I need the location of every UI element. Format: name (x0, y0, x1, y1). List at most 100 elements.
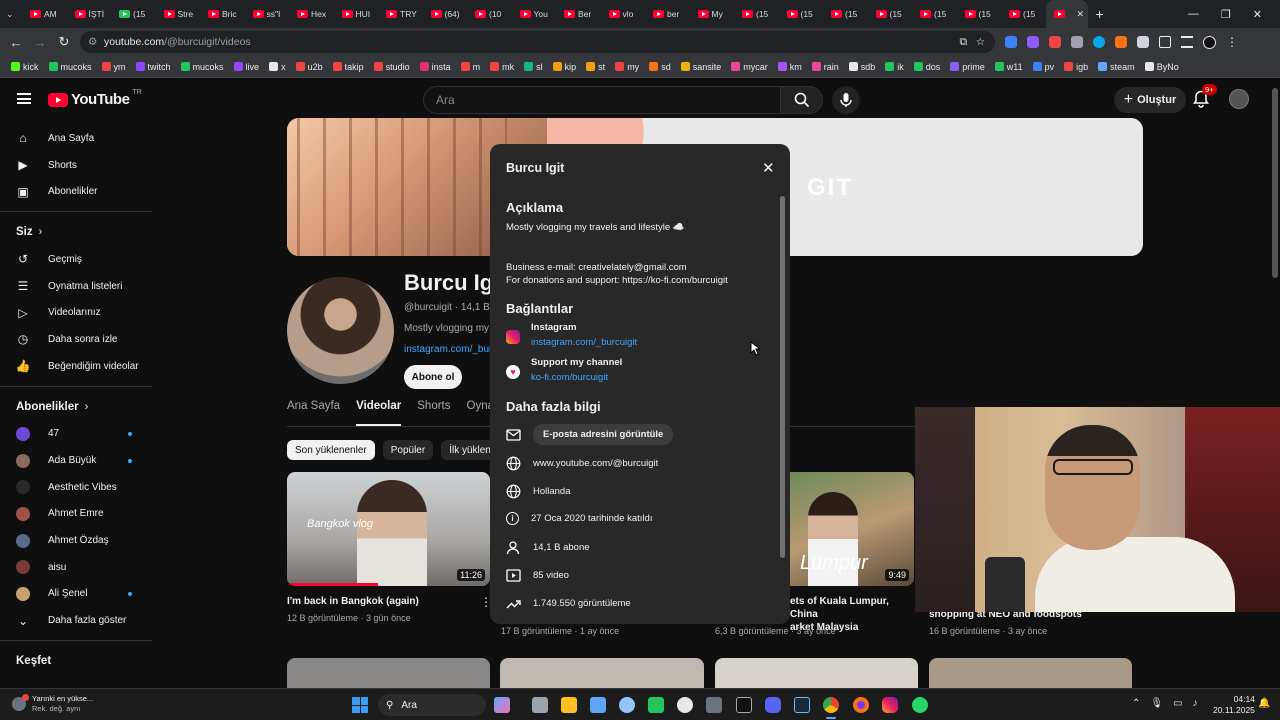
clock[interactable]: 04:14 20.11.2025 (1213, 694, 1255, 716)
site-info-icon[interactable]: ⚙ (88, 36, 97, 48)
sidebar-item-abonelikler[interactable]: ▣ Abonelikler (0, 178, 152, 205)
settings-icon[interactable] (619, 697, 635, 713)
browser-tab[interactable]: Bric (200, 0, 245, 28)
video-thumbnail[interactable] (500, 658, 704, 688)
browser-tab[interactable]: (15 (912, 0, 957, 28)
browser-tab[interactable]: (15 (111, 0, 156, 28)
browser-tab[interactable]: (10 (467, 0, 512, 28)
bookmark-item[interactable]: pv (1030, 62, 1058, 72)
show-more-button[interactable]: ⌄ Daha fazla göster (0, 607, 152, 634)
bookmark-item[interactable]: u2b (293, 62, 326, 72)
taskbar-search[interactable]: ⚲ Ara (378, 694, 486, 716)
browser-tab[interactable]: ✕ (1045, 0, 1088, 28)
notifications-button[interactable]: 9+ (1193, 84, 1217, 108)
bookmark-star-icon[interactable]: ☆ (976, 36, 985, 48)
browser-tab[interactable]: Stre (156, 0, 201, 28)
bookmark-item[interactable]: kip (550, 62, 580, 72)
view-email-button[interactable]: E-posta adresini görüntüle (533, 424, 674, 445)
bookmark-item[interactable]: ByNo (1142, 62, 1182, 72)
bookmark-item[interactable]: km (775, 62, 805, 72)
network-icon[interactable]: ▭ (1173, 698, 1182, 709)
extension-icon[interactable] (1093, 35, 1105, 48)
browser-tab[interactable]: (15 (1001, 0, 1046, 28)
url-input[interactable]: ⚙ youtube.com/@burcuigit/videos ⧉ ☆ (80, 31, 995, 53)
browser-tab[interactable]: (64) (423, 0, 468, 28)
sidebar-you-header[interactable]: Siz › (0, 218, 152, 246)
bookmark-item[interactable]: ik (882, 62, 907, 72)
dialog-scrollbar[interactable] (780, 196, 785, 558)
video-thumbnail[interactable] (715, 658, 918, 688)
bookmark-item[interactable]: rain (809, 62, 842, 72)
bookmark-item[interactable]: twitch (133, 62, 174, 72)
video-thumbnail[interactable]: Bangkok vlog 11:26 (287, 472, 490, 586)
minimize-button[interactable]: — (1188, 8, 1199, 21)
subscription-item[interactable]: Ahmet Emre (0, 501, 152, 528)
discord-icon[interactable] (765, 697, 781, 713)
bookmark-item[interactable]: x (266, 62, 289, 72)
channel-url[interactable]: www.youtube.com/@burcuigit (533, 458, 658, 469)
sort-chip[interactable]: Son yüklenenler (287, 440, 375, 460)
extension-icon[interactable] (1049, 35, 1061, 48)
tray-chevron-icon[interactable]: ⌃ (1132, 698, 1140, 709)
channel-tab[interactable]: Videolar (356, 400, 402, 426)
subscription-item[interactable]: Ada Büyük (0, 447, 152, 474)
reading-list-icon[interactable] (1181, 35, 1193, 48)
taskbar-app-icon[interactable] (677, 697, 693, 713)
subscription-item[interactable]: aisu (0, 554, 152, 581)
video-title[interactable]: I'm back in Bangkok (again) (287, 595, 477, 608)
forward-icon[interactable]: → (28, 35, 52, 50)
video-thumbnail[interactable] (929, 658, 1132, 688)
file-explorer-icon[interactable] (561, 697, 577, 713)
browser-tab[interactable]: HUI (334, 0, 379, 28)
taskbar-app-icon[interactable] (706, 697, 722, 713)
task-view-icon[interactable] (494, 697, 510, 713)
tab-list-button[interactable]: ⌄ (0, 0, 22, 28)
extension-icon[interactable] (1115, 35, 1127, 48)
close-icon[interactable]: ✕ (762, 159, 775, 177)
bookmark-item[interactable]: live (231, 62, 263, 72)
browser-tab[interactable]: Hex (289, 0, 334, 28)
extension-icon[interactable] (1005, 35, 1017, 48)
sort-chip[interactable]: Popüler (382, 440, 434, 460)
maximize-button[interactable]: ❐ (1221, 8, 1231, 21)
sidebar-item-ge-mi-[interactable]: ↺ Geçmiş (0, 246, 152, 273)
sidebar-subscriptions-header[interactable]: Abonelikler › (0, 393, 152, 421)
bookmark-item[interactable]: my (612, 62, 642, 72)
subscription-item[interactable]: 47 (0, 421, 152, 448)
bookmark-item[interactable]: igb (1061, 62, 1091, 72)
back-icon[interactable]: ← (4, 35, 28, 50)
subscribe-button[interactable]: Abone ol (404, 365, 462, 389)
create-button[interactable]: + Oluştur (1114, 87, 1186, 113)
store-icon[interactable] (590, 697, 606, 713)
bookmark-item[interactable]: m (458, 62, 484, 72)
taskbar-app-icon[interactable] (532, 697, 548, 713)
browser-tab[interactable]: Ber (556, 0, 601, 28)
browser-tab[interactable]: (15 (823, 0, 868, 28)
account-avatar[interactable] (1229, 89, 1249, 109)
voice-search-button[interactable] (832, 86, 860, 114)
sidebar-item-shorts[interactable]: ▶ Shorts (0, 152, 152, 179)
sidebar-item-videolar-n-z[interactable]: ▷ Videolarınız (0, 299, 152, 326)
bookmark-item[interactable]: kick (8, 62, 42, 72)
weather-widget[interactable]: Yarınki en yükse... Rek. değ. aynı (12, 694, 93, 714)
bookmark-item[interactable]: st (583, 62, 608, 72)
search-input[interactable]: Ara (423, 86, 781, 114)
browser-tab[interactable]: (15 (779, 0, 824, 28)
bookmark-item[interactable]: studio (371, 62, 413, 72)
bookmark-item[interactable]: takip (330, 62, 367, 72)
bookmark-item[interactable]: w11 (992, 62, 1026, 72)
search-button[interactable] (781, 86, 823, 114)
subscription-item[interactable]: Ali Şenel (0, 581, 152, 608)
bookmark-item[interactable]: sdb (846, 62, 879, 72)
bookmark-item[interactable]: steam (1095, 62, 1138, 72)
bookmark-item[interactable]: insta (417, 62, 454, 72)
youtube-logo[interactable]: YouTube TR (48, 89, 142, 108)
sidebar-item-be-endi-im-videolar[interactable]: 👍 Beğendiğim videolar (0, 353, 152, 380)
link-instagram[interactable]: Instagram instagram.com/_burcuigit (506, 322, 637, 348)
install-app-icon[interactable]: ⧉ (960, 36, 968, 49)
guide-menu-icon[interactable] (17, 93, 31, 104)
bookmark-item[interactable]: mucoks (46, 62, 95, 72)
video-thumbnail[interactable] (287, 658, 490, 688)
notification-center-icon[interactable]: 🔔 (1258, 698, 1270, 709)
bookmark-item[interactable]: prime (947, 62, 988, 72)
